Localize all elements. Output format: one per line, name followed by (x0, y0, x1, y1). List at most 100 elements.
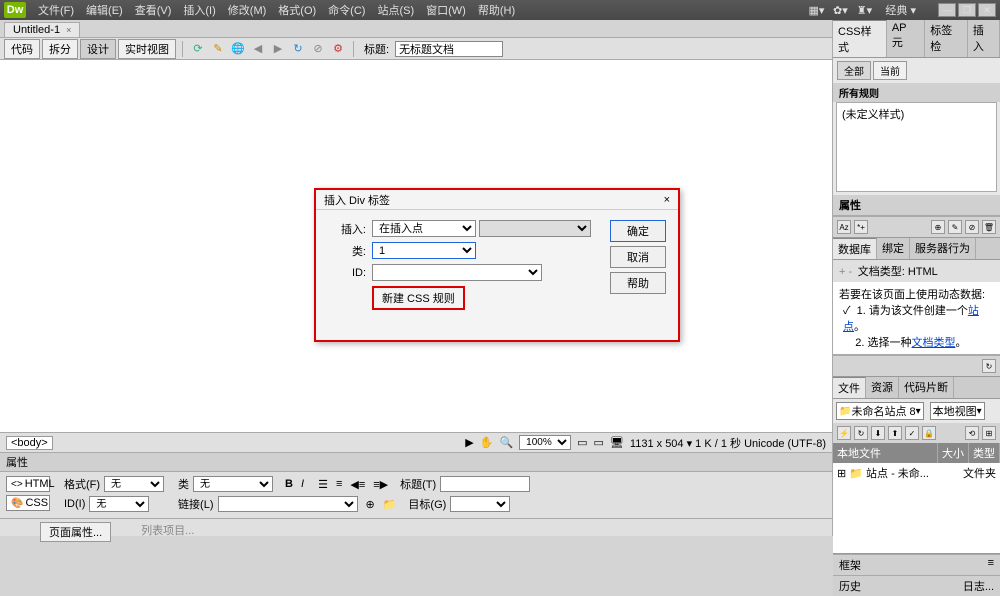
list-items-button[interactable]: 列表项目... (141, 522, 194, 542)
put-icon[interactable]: ⬆ (888, 426, 902, 440)
page-properties-button[interactable]: 页面属性... (40, 522, 111, 542)
point-to-file-icon[interactable]: ⊕ (366, 498, 375, 511)
link-select[interactable] (218, 496, 358, 512)
menu-modify[interactable]: 修改(M) (222, 2, 273, 18)
menu-command[interactable]: 命令(C) (322, 2, 371, 18)
menu-insert[interactable]: 插入(I) (177, 2, 221, 18)
new-css-rule-button[interactable]: 新建 CSS 规则 (372, 286, 465, 310)
live-code-icon[interactable]: ⟳ (190, 41, 206, 57)
close-tab-icon[interactable]: × (66, 25, 71, 35)
ol-button[interactable]: ≡ (336, 478, 342, 490)
zoom-select[interactable]: 100% (519, 435, 571, 450)
nav-back-icon[interactable]: ◀ (250, 41, 266, 57)
edit-rule-icon[interactable]: ⊘ (965, 220, 979, 234)
frames-panel-collapsed[interactable]: 框架≡ (833, 554, 1000, 575)
show-list-icon[interactable]: *+ (854, 220, 868, 234)
view-code-button[interactable]: 代码 (4, 39, 40, 59)
tab-server-behaviors[interactable]: 服务器行为 (910, 238, 976, 259)
indent-button[interactable]: ≡▶ (373, 478, 388, 491)
browse-folder-icon[interactable]: 📁 (383, 498, 397, 511)
view-split-button[interactable]: 拆分 (42, 39, 78, 59)
properties-css-tab[interactable]: 🎨 CSS (6, 495, 50, 511)
stop-icon[interactable]: ⊘ (310, 41, 326, 57)
properties-html-tab[interactable]: <> HTML (6, 476, 50, 492)
sync-icon[interactable]: ⟲ (965, 426, 979, 440)
expand-icon[interactable]: ⊞ (982, 426, 996, 440)
class-select[interactable]: 无 (193, 476, 273, 492)
italic-button[interactable]: I (301, 478, 304, 490)
site-icon[interactable]: ♜▾ (855, 3, 873, 17)
help-button[interactable]: 帮助 (610, 272, 666, 294)
globe-icon[interactable]: 🌐 (230, 41, 246, 57)
tab-insert[interactable]: 插入 (968, 20, 1000, 57)
view-design-button[interactable]: 设计 (80, 39, 116, 59)
tag-selector[interactable]: <body> (6, 436, 53, 450)
minimize-button[interactable]: — (938, 3, 956, 17)
id-select[interactable] (372, 264, 542, 281)
site-select[interactable]: 📁 未命名站点 8 ▾ (836, 402, 924, 420)
attach-stylesheet-icon[interactable]: ⊕ (931, 220, 945, 234)
refresh-icon[interactable]: ↻ (290, 41, 306, 57)
nav-fwd-icon[interactable]: ▶ (270, 41, 286, 57)
zoom-tool-icon[interactable]: 🔍 (499, 436, 513, 449)
properties-header[interactable]: 属性 (0, 453, 832, 472)
css-current-button[interactable]: 当前 (873, 61, 907, 80)
menu-site[interactable]: 站点(S) (371, 2, 420, 18)
target-select[interactable] (450, 496, 510, 512)
tab-css-styles[interactable]: CSS样式 (833, 20, 887, 57)
refresh-files-icon[interactable]: ↻ (854, 426, 868, 440)
menu-window[interactable]: 窗口(W) (420, 2, 472, 18)
document-tab[interactable]: Untitled-1 × (4, 22, 80, 37)
ul-button[interactable]: ☰ (318, 478, 328, 491)
workspace-switcher[interactable]: 经典 ▾ (879, 2, 922, 18)
doc-type-link[interactable]: 文档类型 (911, 337, 955, 349)
tab-assets[interactable]: 资源 (866, 377, 899, 398)
ok-button[interactable]: 确定 (610, 220, 666, 242)
options-icon[interactable]: ⚙ (330, 41, 346, 57)
close-button[interactable]: ✕ (978, 3, 996, 17)
get-icon[interactable]: ⬇ (871, 426, 885, 440)
screen2-icon[interactable]: ▭ (594, 436, 604, 449)
tab-ap-elements[interactable]: AP 元 (887, 20, 925, 57)
tab-tag-inspector[interactable]: 标签检 (925, 20, 968, 57)
view-select[interactable]: 本地视图 ▾ (930, 402, 985, 420)
id-select[interactable]: 无 (89, 496, 149, 512)
layout-icon[interactable]: ▦▾ (807, 3, 825, 17)
col-localfile[interactable]: 本地文件 (833, 443, 938, 463)
tab-snippets[interactable]: 代码片断 (899, 377, 954, 398)
bold-button[interactable]: B (285, 478, 293, 490)
tab-bindings[interactable]: 绑定 (877, 238, 910, 259)
new-rule-icon[interactable]: ✎ (948, 220, 962, 234)
attributes-heading[interactable]: 属性 (833, 195, 1000, 216)
cancel-button[interactable]: 取消 (610, 246, 666, 268)
title-input[interactable] (440, 476, 530, 492)
db-refresh-icon[interactable]: ↻ (982, 359, 996, 373)
tab-files[interactable]: 文件 (833, 377, 866, 398)
view-live-button[interactable]: 实时视图 (118, 39, 176, 59)
menu-edit[interactable]: 编辑(E) (80, 2, 129, 18)
history-panel-collapsed[interactable]: 历史日志... (833, 575, 1000, 596)
pointer-tool-icon[interactable]: ▶ (465, 436, 473, 449)
col-size[interactable]: 大小 (938, 443, 969, 463)
outdent-button[interactable]: ◀≡ (350, 478, 365, 491)
insert-select[interactable]: 在插入点 (372, 220, 476, 237)
connect-icon[interactable]: ⚡ (837, 426, 851, 440)
insert-position-select[interactable] (479, 220, 591, 237)
css-all-button[interactable]: 全部 (837, 61, 871, 80)
menu-file[interactable]: 文件(F) (32, 2, 80, 18)
screen-icon[interactable]: ▭ (577, 436, 587, 449)
menu-help[interactable]: 帮助(H) (472, 2, 521, 18)
menu-format[interactable]: 格式(O) (272, 2, 322, 18)
delete-rule-icon[interactable]: 🗑 (982, 220, 996, 234)
checkin-icon[interactable]: 🔒 (922, 426, 936, 440)
checkout-icon[interactable]: ✓ (905, 426, 919, 440)
menu-view[interactable]: 查看(V) (129, 2, 178, 18)
title-input[interactable] (395, 41, 503, 57)
tab-databases[interactable]: 数据库 (833, 238, 877, 259)
files-tree[interactable]: ⊞ 📁 站点 - 未命... 文件夹 (833, 463, 1000, 553)
extend-icon[interactable]: ✿▾ (831, 3, 849, 17)
maximize-button[interactable]: ❐ (958, 3, 976, 17)
format-select[interactable]: 无 (104, 476, 164, 492)
col-type[interactable]: 类型 (969, 443, 1000, 463)
class-select[interactable]: 1 (372, 242, 476, 259)
